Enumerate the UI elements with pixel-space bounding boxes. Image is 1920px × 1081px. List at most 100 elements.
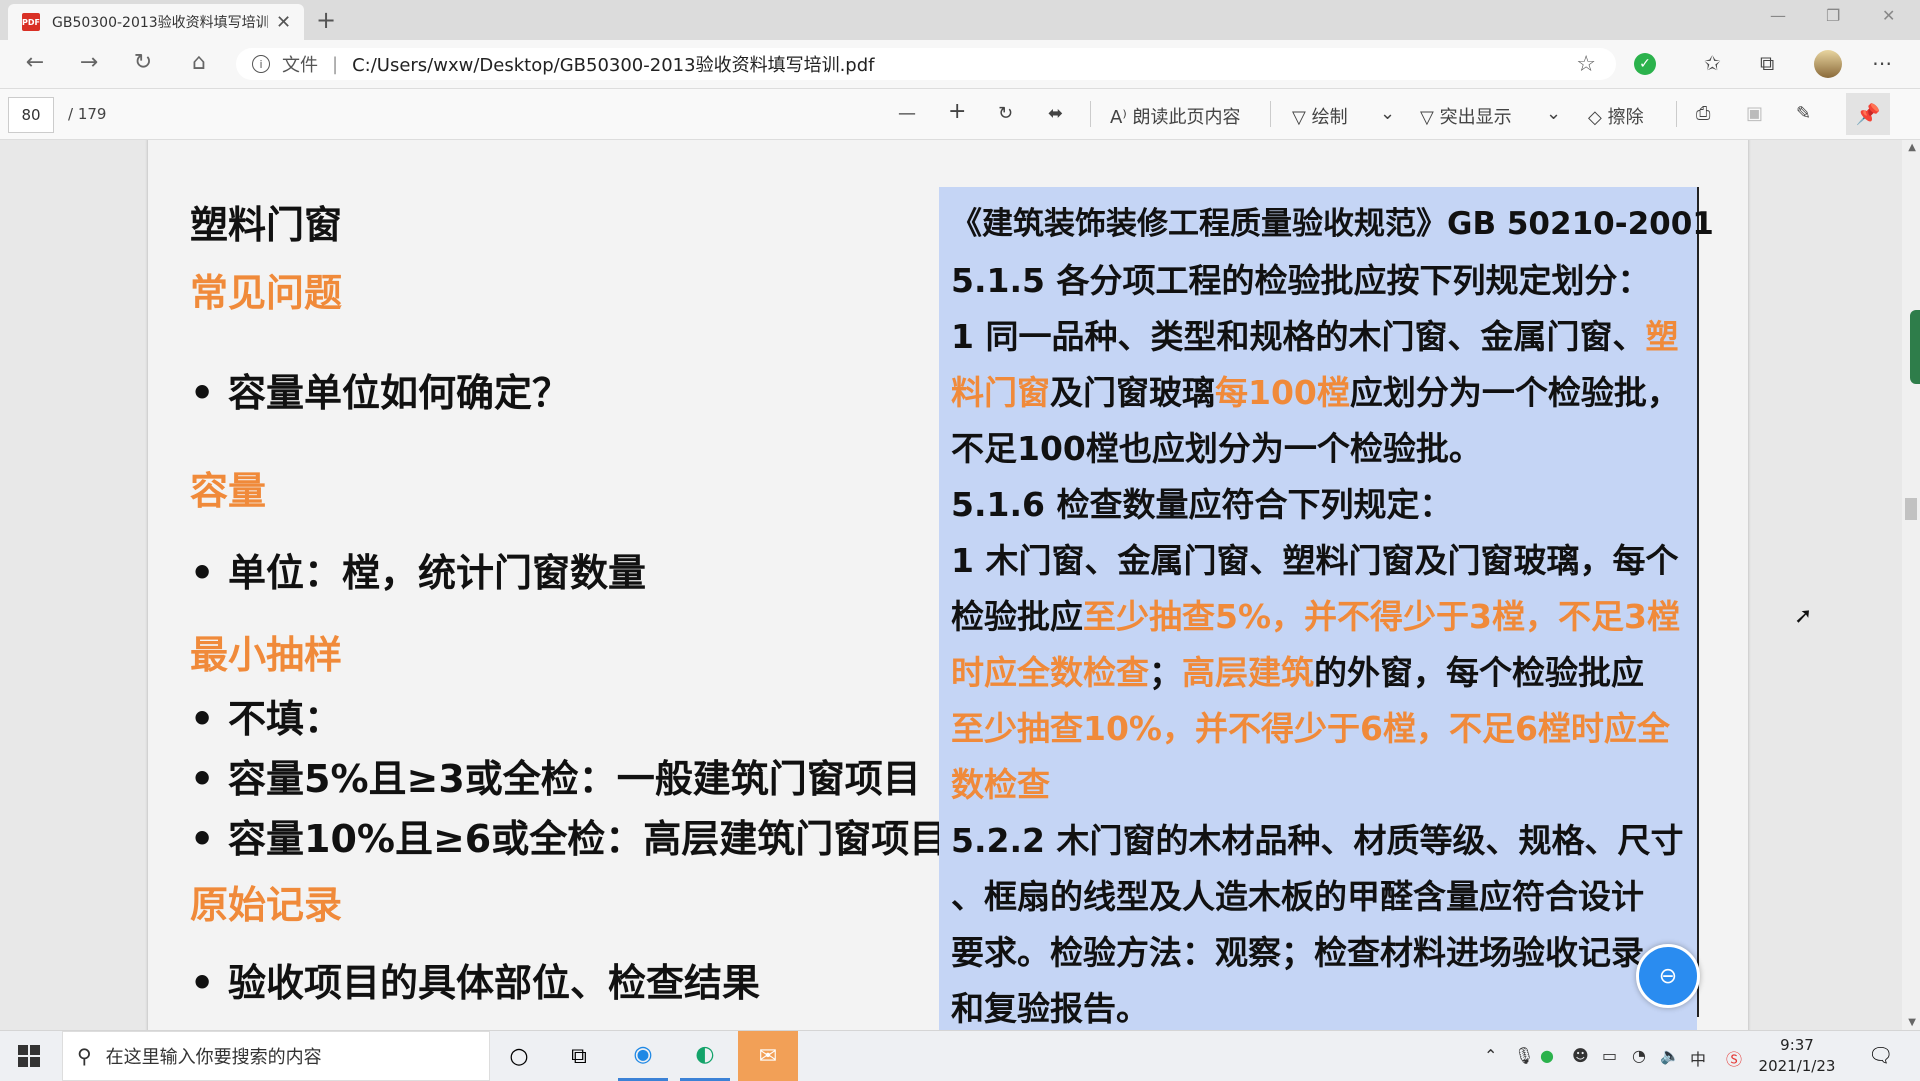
restore-icon[interactable]: ❐ xyxy=(1826,6,1840,25)
heading-original-record: 原始记录 xyxy=(190,883,343,927)
pdf-page: 塑料门窗 常见问题 • 容量单位如何确定？ 容量 • 单位：樘，统计门窗数量 最小抽… xyxy=(148,140,1748,1030)
regulation-text: 及门窗玻璃 xyxy=(1050,373,1215,412)
regulation-line: 《建筑装饰装修工程质量验收规范》GB 50210-2001 xyxy=(951,206,1714,242)
print-icon[interactable]: ⎙ xyxy=(1696,103,1710,124)
read-aloud-label: 朗读此页内容 xyxy=(1132,107,1241,128)
collections-icon[interactable]: ⧉ xyxy=(1760,51,1774,75)
heading-common-issues: 常见问题 xyxy=(190,271,343,315)
edge-browser-icon[interactable]: ◐ xyxy=(680,1031,730,1081)
regulation-line: 5.2.2 木门窗的木材品种、材质等级、规格、尺寸 xyxy=(951,821,1684,860)
microphone-icon[interactable]: 🎙 xyxy=(1514,1046,1534,1065)
save-icon[interactable]: ▣ xyxy=(1746,103,1763,124)
notification-icon[interactable]: 🗨 xyxy=(1868,1043,1893,1067)
ime-indicator[interactable]: 中 xyxy=(1690,1046,1706,1070)
regulation-line: 1 木门窗、金属门窗、塑料门窗及门窗玻璃，每个 xyxy=(951,541,1679,580)
bullet-text: 验收项目的具体部位、检查结果 xyxy=(228,961,761,1005)
cortana-icon[interactable]: ○ xyxy=(494,1031,544,1081)
back-icon[interactable]: ← xyxy=(20,50,50,75)
favorite-star-icon[interactable]: ☆ xyxy=(1576,52,1596,77)
page-number-input[interactable]: 80 xyxy=(8,97,54,133)
pdf-toolbar: 80 / 179 — + ↻ ⬌ A⁾ 朗读此页内容 ▽ 绘制 ⌄ ▽ 突出显示… xyxy=(0,89,1920,140)
bullet-text: 单位：樘，统计门窗数量 xyxy=(228,551,647,595)
bullet-item: • 容量5%且≥3或全检：一般建筑门窗项目 xyxy=(190,757,921,801)
regulation-line: 检验批应至少抽查5%，并不得少于3樘，不足3樘 xyxy=(951,590,1680,638)
close-tab-icon[interactable]: ✕ xyxy=(276,12,291,33)
regulation-emphasis: 每100樘 xyxy=(1215,373,1350,412)
edge-legacy-icon[interactable]: ◉ xyxy=(618,1031,668,1081)
erase-button[interactable]: ◇ 擦除 xyxy=(1588,103,1644,129)
battery-icon[interactable]: ▭ xyxy=(1602,1046,1617,1065)
toolbar-divider xyxy=(1676,101,1677,127)
home-icon[interactable]: ⌂ xyxy=(184,50,214,75)
wechat-icon[interactable]: ✉ xyxy=(738,1031,798,1081)
bullet-item: • 容量10%且≥6或全检：高层建筑门窗项目 xyxy=(190,817,948,861)
task-view-icon[interactable]: ⧉ xyxy=(554,1031,604,1081)
regulation-line: 不足100樘也应划分为一个检验批。 xyxy=(951,429,1482,468)
read-aloud-button[interactable]: A⁾ 朗读此页内容 xyxy=(1110,103,1240,129)
clock-time: 9:37 xyxy=(1780,1036,1814,1054)
bullet-text: 容量单位如何确定？ xyxy=(228,371,571,415)
minimize-icon[interactable]: — xyxy=(1770,6,1786,25)
clock-date: 2021/1/23 xyxy=(1758,1057,1836,1075)
draw-icon: ▽ xyxy=(1292,107,1312,128)
regulation-text: 应划分为一个检验批， xyxy=(1349,373,1680,412)
tab-strip: PDF GB50300-2013验收资料填写培训 ✕ + — ❐ ✕ xyxy=(0,0,1920,40)
heading-min-sample: 最小抽样 xyxy=(190,633,343,677)
url-scheme-label: 文件 xyxy=(282,55,318,76)
regulation-line: 、框扇的线型及人造木板的甲醛含量应符合设计 xyxy=(951,877,1644,916)
system-clock[interactable]: 9:37 2021/1/23 xyxy=(1752,1035,1842,1077)
close-window-icon[interactable]: ✕ xyxy=(1882,6,1895,25)
panel-border xyxy=(1697,187,1699,1017)
zoom-in-icon[interactable]: + xyxy=(948,99,966,124)
scroll-down-icon[interactable]: ▼ xyxy=(1908,1017,1916,1028)
side-extension-tab[interactable] xyxy=(1910,310,1920,384)
draw-dropdown-chevron-icon[interactable]: ⌄ xyxy=(1380,103,1395,124)
page-total: / 179 xyxy=(68,105,107,123)
volume-icon[interactable]: 🔈 xyxy=(1660,1046,1680,1065)
regulation-emphasis: 高层建筑 xyxy=(1182,653,1314,692)
regulation-text: 1 同一品种、类型和规格的木门窗、金属门窗、 xyxy=(951,317,1646,356)
highlight-button[interactable]: ▽ 突出显示 xyxy=(1420,103,1512,129)
tray-expand-chevron-icon[interactable]: ⌃ xyxy=(1484,1046,1497,1065)
more-menu-icon[interactable]: ⋯ xyxy=(1872,51,1892,75)
url-text[interactable]: C:/Users/wxw/Desktop/GB50300-2013验收资料填写培… xyxy=(352,51,874,77)
draw-button[interactable]: ▽ 绘制 xyxy=(1292,103,1348,129)
pin-toolbar-icon[interactable]: 📌 xyxy=(1846,93,1890,135)
new-tab-icon[interactable]: + xyxy=(316,6,336,34)
highlight-dropdown-chevron-icon[interactable]: ⌄ xyxy=(1546,103,1561,124)
slide-title: 塑料门窗 xyxy=(190,203,343,247)
regulation-text: 的外窗，每个检验批应 xyxy=(1314,653,1644,692)
address-bar: ← → ↻ ⌂ i 文件 | C:/Users/wxw/Desktop/GB50… xyxy=(0,40,1920,89)
taskbar-search-box[interactable]: ⚲ 在这里输入你要搜索的内容 xyxy=(62,1031,490,1081)
favorites-icon[interactable]: ✩ xyxy=(1704,51,1721,75)
fit-page-icon[interactable]: ⬌ xyxy=(1048,103,1063,124)
zoom-out-icon[interactable]: — xyxy=(898,103,916,124)
wifi-icon[interactable]: ◔ xyxy=(1632,1046,1646,1065)
refresh-icon[interactable]: ↻ xyxy=(128,50,158,75)
sogou-input-icon[interactable]: Ⓢ xyxy=(1726,1046,1742,1070)
windows-start-icon[interactable] xyxy=(18,1045,40,1067)
mouse-cursor-icon: ➚ xyxy=(1794,604,1813,629)
regulation-emphasis: 塑 xyxy=(1645,317,1679,356)
save-as-icon[interactable]: ✎ xyxy=(1796,103,1811,124)
erase-label: 擦除 xyxy=(1607,107,1644,128)
scrollbar-thumb[interactable] xyxy=(1905,498,1917,520)
regulation-line: 5.1.6 检查数量应符合下列规定： xyxy=(951,485,1453,524)
regulation-line: 1 同一品种、类型和规格的木门窗、金属门窗、塑 xyxy=(951,310,1678,358)
tray-app-icon[interactable]: ● xyxy=(1540,1046,1554,1065)
toolbar-divider xyxy=(1090,101,1091,127)
vertical-scrollbar[interactable]: ▲ ▼ xyxy=(1902,140,1920,1030)
forward-icon[interactable]: → xyxy=(74,50,104,75)
url-field[interactable]: i 文件 | C:/Users/wxw/Desktop/GB50300-2013… xyxy=(236,48,1616,80)
info-icon[interactable]: i xyxy=(252,55,270,73)
regulation-text: 检验批应 xyxy=(951,597,1083,636)
scroll-up-icon[interactable]: ▲ xyxy=(1908,142,1916,153)
floating-assistant-button[interactable]: ⊖ xyxy=(1636,944,1700,1008)
qq-icon[interactable]: ☻ xyxy=(1572,1046,1589,1065)
extension-shield-icon[interactable]: ✓ xyxy=(1634,53,1656,75)
regulation-line: 数检查 xyxy=(951,765,1050,804)
bullet-item: • 单位：樘，统计门窗数量 xyxy=(190,551,647,595)
profile-avatar[interactable] xyxy=(1814,50,1842,78)
browser-tab[interactable]: PDF GB50300-2013验收资料填写培训 ✕ xyxy=(8,4,304,40)
rotate-icon[interactable]: ↻ xyxy=(998,103,1013,124)
